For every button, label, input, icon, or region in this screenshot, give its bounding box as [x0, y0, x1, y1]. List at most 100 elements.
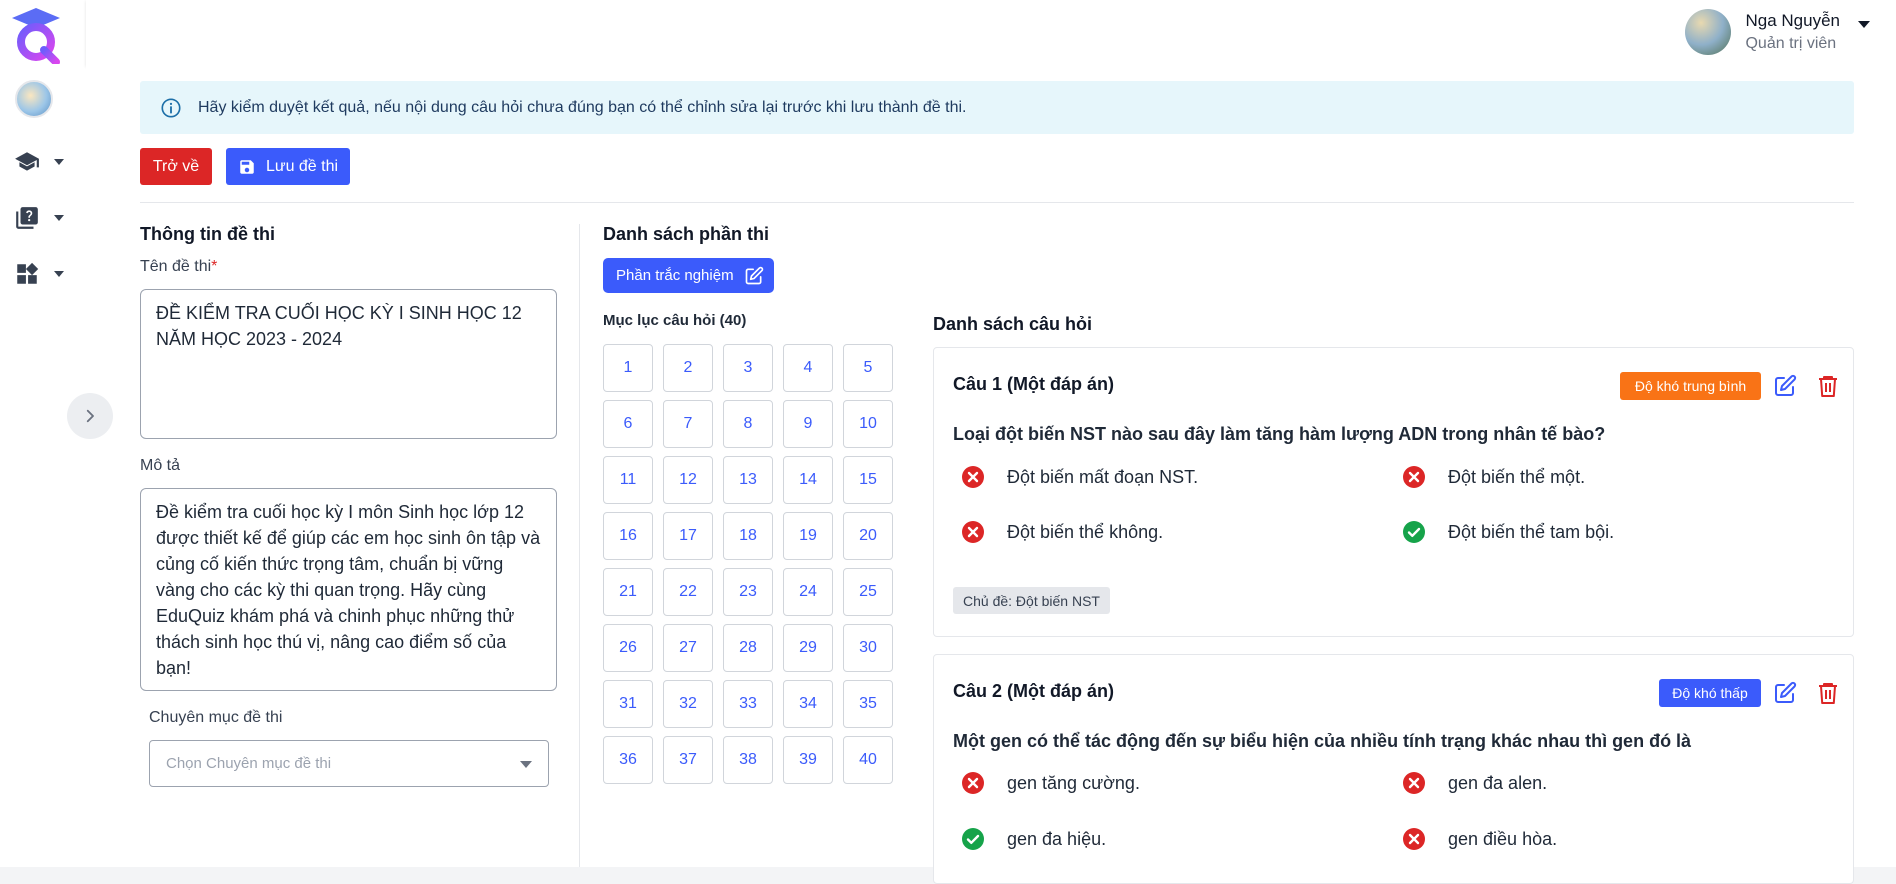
- category-select[interactable]: Chọn Chuyên mục đề thi: [149, 740, 549, 787]
- question-text: Một gen có thể tác động đến sự biểu hiện…: [953, 731, 1692, 751]
- question-index-cell[interactable]: 25: [843, 568, 893, 616]
- trash-icon[interactable]: [1816, 373, 1840, 399]
- question-index-cell[interactable]: 17: [663, 512, 713, 560]
- sidebar-item-widgets[interactable]: [14, 260, 74, 288]
- question-index-cell[interactable]: 37: [663, 736, 713, 784]
- answer-option[interactable]: Đột biến thể tam bội.: [1402, 520, 1614, 544]
- question-index-cell[interactable]: 31: [603, 680, 653, 728]
- chevron-down-icon: [54, 215, 64, 221]
- chevron-right-icon: [86, 409, 94, 423]
- answer-option[interactable]: Đột biến mất đoạn NST.: [961, 465, 1198, 489]
- question-index-cell[interactable]: 7: [663, 400, 713, 448]
- question-index-cell[interactable]: 24: [783, 568, 833, 616]
- question-index-cell[interactable]: 8: [723, 400, 773, 448]
- question-bank-icon: [16, 207, 38, 229]
- option-text: Đột biến thể tam bội.: [1448, 521, 1615, 542]
- column-divider: [579, 224, 580, 867]
- sidebar-collapse-button[interactable]: [67, 393, 113, 439]
- answer-option[interactable]: Đột biến thể không.: [961, 520, 1163, 544]
- question-index-cell[interactable]: 4: [783, 344, 833, 392]
- question-index-cell[interactable]: 12: [663, 456, 713, 504]
- questions-heading: Danh sách câu hỏi: [933, 314, 1093, 334]
- question-index-cell[interactable]: 14: [783, 456, 833, 504]
- question-index-cell[interactable]: 26: [603, 624, 653, 672]
- question-index-grid: 1 2 3 4 5 6 7 8 9 10 11 12 13 14 15 16 17 18 19 20 21 22 23 24 2…: [603, 344, 893, 784]
- back-button[interactable]: Trở về: [140, 148, 212, 185]
- question-index-cell[interactable]: 39: [783, 736, 833, 784]
- question-index-cell[interactable]: 5: [843, 344, 893, 392]
- exam-name-field[interactable]: ĐỀ KIỂM TRA CUỐI HỌC KỲ I SINH HỌC 12 NĂ…: [140, 289, 557, 439]
- sidebar-item-questions[interactable]: [14, 204, 74, 232]
- user-menu[interactable]: Nga Nguyễn Quản trị viên: [1685, 9, 1870, 55]
- question-index-cell[interactable]: 32: [663, 680, 713, 728]
- edit-icon[interactable]: [1773, 374, 1797, 398]
- question-index-cell[interactable]: 13: [723, 456, 773, 504]
- question-index-cell[interactable]: 2: [663, 344, 713, 392]
- question-index-cell[interactable]: 27: [663, 624, 713, 672]
- question-index-cell[interactable]: 18: [723, 512, 773, 560]
- user-name: Nga Nguyễn: [1745, 11, 1840, 30]
- question-index-cell[interactable]: 3: [723, 344, 773, 392]
- answer-option[interactable]: gen tăng cường.: [961, 771, 1140, 795]
- wrong-icon: [1403, 828, 1425, 850]
- main-content: Hãy kiểm duyệt kết quả, nếu nội dung câu…: [86, 66, 1896, 884]
- top-bar: Nga Nguyễn Quản trị viên: [86, 0, 1896, 66]
- edit-icon[interactable]: [1773, 681, 1797, 705]
- question-index-cell[interactable]: 35: [843, 680, 893, 728]
- description-field[interactable]: Đề kiểm tra cuối học kỳ I môn Sinh học l…: [140, 488, 557, 691]
- option-text: gen đa hiệu.: [1007, 828, 1107, 849]
- answer-option[interactable]: gen đa alen.: [1402, 771, 1547, 795]
- wrong-icon: [962, 521, 984, 543]
- category-label: Chuyên mục đề thi: [149, 709, 283, 726]
- question-text: Loại đột biến NST nào sau đây làm tăng h…: [953, 424, 1606, 444]
- trash-icon[interactable]: [1816, 680, 1840, 706]
- parts-heading: Danh sách phần thi: [603, 224, 770, 244]
- question-index-cell[interactable]: 33: [723, 680, 773, 728]
- question-index-cell[interactable]: 38: [723, 736, 773, 784]
- question-index-cell[interactable]: 11: [603, 456, 653, 504]
- answer-option[interactable]: gen đa hiệu.: [961, 827, 1106, 851]
- question-index-cell[interactable]: 23: [723, 568, 773, 616]
- answer-option[interactable]: gen điều hòa.: [1402, 827, 1557, 851]
- question-index-cell[interactable]: 1: [603, 344, 653, 392]
- question-index-cell[interactable]: 10: [843, 400, 893, 448]
- sidebar-item-courses[interactable]: [14, 148, 74, 176]
- info-alert: Hãy kiểm duyệt kết quả, nếu nội dung câu…: [140, 81, 1854, 134]
- question-index-cell[interactable]: 20: [843, 512, 893, 560]
- question-index-cell[interactable]: 30: [843, 624, 893, 672]
- question-index-cell[interactable]: 15: [843, 456, 893, 504]
- part-multiple-choice[interactable]: Phần trắc nghiệm: [603, 258, 774, 293]
- question-index-cell[interactable]: 28: [723, 624, 773, 672]
- question-index-cell[interactable]: 34: [783, 680, 833, 728]
- question-index-cell[interactable]: 40: [843, 736, 893, 784]
- description-label: Mô tả: [140, 457, 181, 474]
- user-avatar[interactable]: [1685, 9, 1732, 55]
- question-index-cell[interactable]: 36: [603, 736, 653, 784]
- caret-down-icon[interactable]: [1858, 20, 1870, 28]
- school-avatar[interactable]: [15, 80, 53, 118]
- topic-tag: Chủ đề: Đột biến NST: [953, 587, 1110, 614]
- required-mark: *: [211, 258, 218, 275]
- part-label: Phần trắc nghiệm: [616, 267, 734, 284]
- eduquiz-logo[interactable]: [8, 6, 64, 64]
- question-index-cell[interactable]: 9: [783, 400, 833, 448]
- question-index-cell[interactable]: 29: [783, 624, 833, 672]
- question-card: Câu 2 (Một đáp án) Độ khó thấp Một gen c…: [933, 654, 1854, 884]
- question-index-cell[interactable]: 22: [663, 568, 713, 616]
- question-index-cell[interactable]: 6: [603, 400, 653, 448]
- difficulty-badge: Độ khó thấp: [1659, 679, 1761, 707]
- answer-option[interactable]: Đột biến thể một.: [1402, 465, 1585, 489]
- divider: [140, 202, 1854, 203]
- question-index-cell[interactable]: 19: [783, 512, 833, 560]
- save-exam-button[interactable]: Lưu đề thi: [226, 148, 350, 185]
- chevron-down-icon: [54, 159, 64, 165]
- question-index-cell[interactable]: 21: [603, 568, 653, 616]
- category-placeholder: Chọn Chuyên mục đề thi: [166, 755, 332, 772]
- option-text: Đột biến mất đoạn NST.: [1007, 466, 1199, 487]
- edit-icon[interactable]: [744, 266, 764, 286]
- alert-text: Hãy kiểm duyệt kết quả, nếu nội dung câu…: [198, 98, 967, 116]
- user-role: Quản trị viên: [1745, 35, 1837, 52]
- question-title: Câu 1 (Một đáp án): [953, 374, 1114, 394]
- question-index-cell[interactable]: 16: [603, 512, 653, 560]
- question-index-label: Mục lục câu hỏi (40): [603, 312, 747, 329]
